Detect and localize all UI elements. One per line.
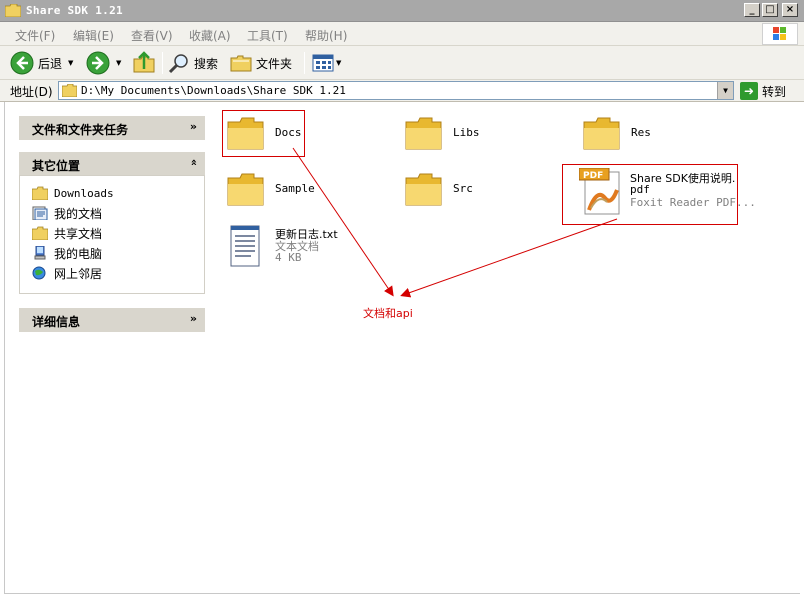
address-dropdown-icon[interactable]: ▼ bbox=[717, 82, 733, 99]
toolbar: 后退 ▼ ▼ 搜索 文件夹 ▼ bbox=[0, 46, 804, 80]
window-title: Share SDK 1.21 bbox=[26, 4, 123, 17]
menu-tools[interactable]: 工具(T) bbox=[247, 27, 288, 44]
maximize-button[interactable]: □ bbox=[762, 3, 778, 17]
title-bar: Share SDK 1.21 _ □ × bbox=[0, 0, 804, 22]
address-input[interactable]: D:\My Documents\Downloads\Share SDK 1.21… bbox=[58, 81, 734, 100]
annotation-label: 文档和api bbox=[363, 307, 413, 320]
folders-icon bbox=[230, 55, 252, 72]
views-dropdown-icon[interactable]: ▼ bbox=[336, 59, 341, 67]
views-button[interactable]: ▼ bbox=[312, 50, 341, 76]
annotation-arrows bbox=[292, 147, 618, 298]
views-grid-icon bbox=[312, 54, 334, 72]
windows-logo-icon bbox=[762, 23, 798, 45]
menu-edit[interactable]: 编辑(E) bbox=[73, 27, 114, 44]
close-button[interactable]: × bbox=[782, 3, 798, 17]
go-arrow-icon: ➜ bbox=[740, 82, 758, 100]
up-folder-button[interactable] bbox=[132, 50, 156, 76]
menu-file[interactable]: 文件(F) bbox=[15, 27, 55, 44]
folder-icon bbox=[62, 84, 77, 97]
back-arrow-icon bbox=[10, 51, 34, 75]
menu-bar: 文件(F) 编辑(E) 查看(V) 收藏(A) 工具(T) 帮助(H) bbox=[0, 22, 804, 46]
go-button[interactable]: ➜ 转到 bbox=[740, 81, 786, 101]
forward-button[interactable]: ▼ bbox=[86, 50, 121, 76]
back-button[interactable]: 后退 ▼ bbox=[10, 50, 73, 76]
folder-icon bbox=[5, 4, 21, 17]
back-dropdown-icon[interactable]: ▼ bbox=[68, 59, 73, 67]
address-value: D:\My Documents\Downloads\Share SDK 1.21 bbox=[81, 84, 346, 97]
forward-arrow-icon bbox=[86, 51, 110, 75]
folders-button[interactable]: 文件夹 bbox=[230, 50, 292, 76]
up-folder-icon bbox=[133, 51, 155, 73]
minimize-button[interactable]: _ bbox=[744, 3, 760, 17]
forward-dropdown-icon[interactable]: ▼ bbox=[116, 59, 121, 67]
search-icon bbox=[168, 54, 188, 74]
main-area: 文件和文件夹任务 » 其它位置 » Downloads 我的文档 共享文档 我的… bbox=[4, 102, 800, 594]
address-label: 地址(D) bbox=[10, 85, 53, 99]
address-bar: 地址(D) D:\My Documents\Downloads\Share SD… bbox=[0, 80, 804, 102]
menu-favorites[interactable]: 收藏(A) bbox=[189, 27, 231, 44]
menu-view[interactable]: 查看(V) bbox=[131, 27, 173, 44]
search-button[interactable]: 搜索 bbox=[168, 50, 218, 76]
menu-help[interactable]: 帮助(H) bbox=[305, 27, 347, 44]
